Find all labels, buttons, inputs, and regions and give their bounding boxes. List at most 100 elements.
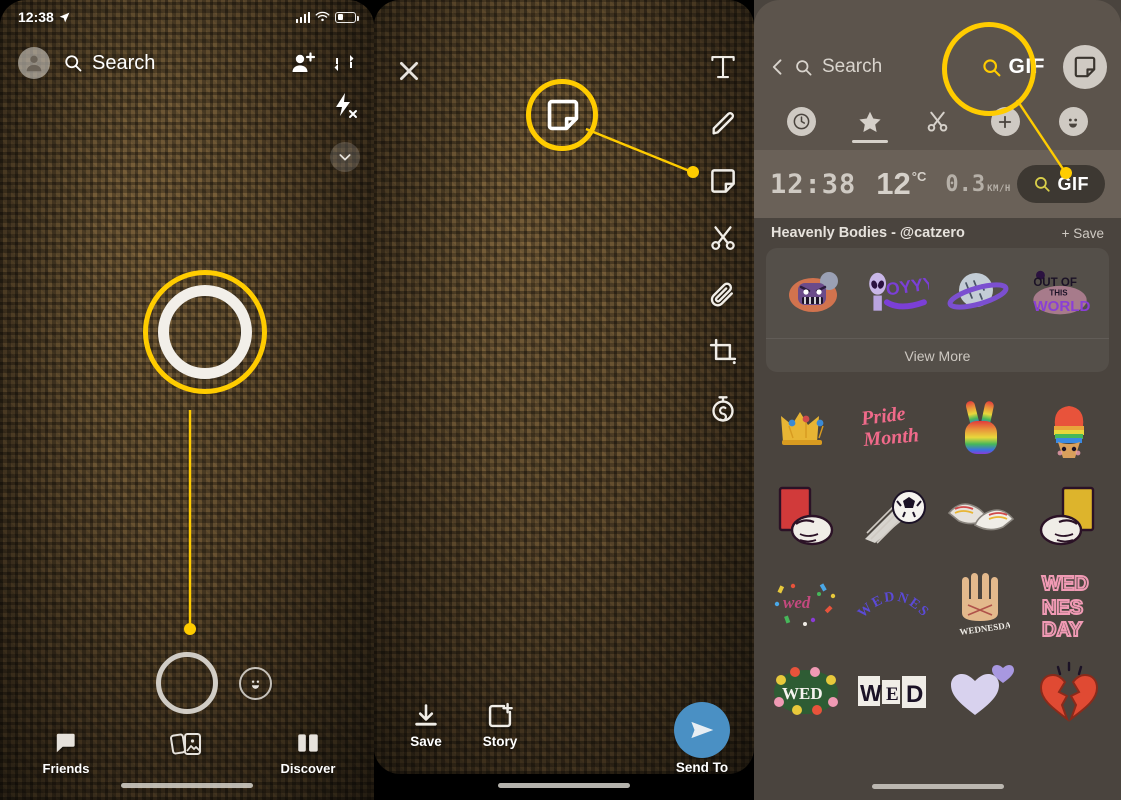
gif-search-pill-button[interactable]: GIF: [1016, 165, 1105, 203]
sticker-cell[interactable]: wed: [762, 560, 850, 648]
nav-label-discover: Discover: [280, 761, 336, 776]
star-icon: [855, 107, 884, 136]
wed-block-3: DAY: [1042, 619, 1083, 640]
profile-avatar-icon[interactable]: [18, 47, 50, 79]
stories-cards-icon: [170, 733, 201, 755]
three-panel-screenshot: 12:38 Search Friends Discover Save Story…: [0, 0, 1121, 800]
smiley-glyph: [1068, 118, 1078, 128]
tab-recent[interactable]: [784, 107, 820, 143]
sticker-cell[interactable]: [1025, 648, 1113, 736]
speed-value: 0.3: [945, 171, 986, 197]
paperclip-icon[interactable]: [708, 280, 738, 310]
shutter-row: [0, 652, 374, 714]
sticker-cell[interactable]: [850, 472, 938, 560]
temperature-unit: °C: [911, 169, 927, 184]
saturn-art: [947, 273, 1009, 310]
sticker-cell[interactable]: [762, 472, 850, 560]
back-chevron-icon[interactable]: [768, 57, 788, 77]
pride-month-sticker: Pride Month: [859, 403, 920, 451]
scissors-glyph: [927, 111, 948, 132]
save-button[interactable]: Save: [398, 702, 454, 749]
panel-sticker-picker: Search GIF 12:38 12 °C 0.3 KM/H GIF Heav…: [754, 0, 1121, 800]
sticker-pack-header: Heavenly Bodies - @catzero + Save: [754, 218, 1121, 248]
story-button[interactable]: Story: [472, 702, 528, 749]
sticker-picker-header: Search GIF: [754, 0, 1121, 100]
tab-create[interactable]: [987, 107, 1023, 143]
crop-icon[interactable]: [708, 337, 738, 367]
temperature-widget-sticker[interactable]: 12 °C: [876, 166, 926, 202]
location-arrow-icon: [59, 12, 70, 22]
status-bar: 12:38: [0, 0, 374, 34]
alien-oyyyy-sticker[interactable]: OYYYY: [865, 261, 929, 325]
shutter-button[interactable]: [156, 652, 218, 714]
plus-glyph: [999, 115, 1012, 128]
flip-camera-icon[interactable]: [332, 51, 356, 75]
sticker-search-input[interactable]: Search: [794, 56, 882, 78]
send-arrow-icon: [691, 721, 714, 739]
status-bar-right: [295, 11, 359, 23]
wed-flowers-text: WED: [782, 684, 823, 703]
send-circle: [674, 702, 730, 758]
search-icon: [65, 55, 82, 72]
time-widget-sticker[interactable]: 12:38: [770, 169, 856, 200]
expand-options-button[interactable]: [330, 142, 360, 172]
gif-search-header-button[interactable]: GIF: [981, 55, 1046, 79]
speed-unit: KM/H: [987, 183, 1011, 194]
tab-cutouts[interactable]: [919, 107, 955, 143]
sticker-pack-save-button[interactable]: + Save: [1062, 226, 1104, 241]
wednesday-arc-text: WEDNESDAY: [855, 577, 932, 621]
sticker-cell[interactable]: [1025, 472, 1113, 560]
sticker-icon[interactable]: [708, 166, 738, 196]
chat-bubble-icon: [56, 733, 75, 753]
speed-widget-sticker[interactable]: 0.3 KM/H: [945, 172, 1010, 197]
sticker-button[interactable]: [1063, 45, 1107, 89]
sticker-cell[interactable]: W E D: [850, 648, 938, 736]
sticker-cell[interactable]: [938, 384, 1026, 472]
soccer-cleats-sticker: [948, 503, 1015, 531]
sticker-category-tabs: [754, 100, 1121, 150]
send-to-button[interactable]: Send To: [674, 702, 730, 775]
flash-off-icon[interactable]: [332, 92, 358, 120]
angry-monster-sticker[interactable]: [783, 261, 847, 325]
clock-icon: [787, 107, 817, 136]
download-icon: [415, 704, 437, 726]
gif-header-label: GIF: [1008, 55, 1045, 78]
wednesday-hand-text: WEDNESDAY: [959, 619, 1010, 637]
nav-item-discover[interactable]: Discover: [268, 730, 348, 776]
view-more-button[interactable]: View More: [766, 338, 1109, 372]
alien-sticker-text: OYYYY: [884, 271, 928, 299]
sticker-cell[interactable]: [938, 472, 1026, 560]
text-T-icon[interactable]: [708, 52, 738, 82]
saturn-planet-sticker[interactable]: [946, 261, 1010, 325]
out-of-this-world-art: OUT OF THIS WORLD: [1033, 270, 1091, 315]
sticker-cell[interactable]: [1025, 384, 1113, 472]
tab-emoji[interactable]: [1055, 107, 1091, 143]
search-icon: [1034, 177, 1050, 192]
nav-item-friends[interactable]: Friends: [26, 730, 106, 776]
out-of-line3: WORLD: [1033, 298, 1090, 315]
tab-favorites[interactable]: [851, 107, 888, 143]
sticker-cell[interactable]: [762, 384, 850, 472]
pencil-icon[interactable]: [708, 109, 738, 139]
add-friend-icon[interactable]: [290, 51, 316, 75]
search-bar[interactable]: Search: [63, 52, 155, 75]
discover-icon: [298, 734, 318, 752]
out-of-this-world-sticker[interactable]: OUT OF THIS WORLD: [1028, 261, 1092, 325]
close-x-icon[interactable]: [396, 58, 422, 84]
sticker-cell[interactable]: Pride Month: [850, 384, 938, 472]
smiley-icon: [1058, 107, 1088, 136]
lens-smiley-icon[interactable]: [239, 666, 272, 700]
sticker-cell[interactable]: WED: [762, 648, 850, 736]
bottom-nav-bar: Friends Discover: [0, 724, 374, 800]
sticker-cell[interactable]: [938, 648, 1026, 736]
scissors-icon[interactable]: [708, 223, 738, 253]
sticker-cell[interactable]: WED NES DAY: [1025, 560, 1113, 648]
sticker-cell[interactable]: WEDNESDAY: [850, 560, 938, 648]
timer-icon[interactable]: [708, 394, 738, 424]
purple-hearts-sticker: [951, 665, 1015, 715]
angry-monster-art: [788, 272, 838, 312]
search-icon: [982, 58, 1000, 76]
wednesday-arc-sticker: WEDNESDAY: [855, 577, 932, 621]
sticker-cell[interactable]: WEDNESDAY: [938, 560, 1026, 648]
nav-item-stories[interactable]: [147, 730, 227, 763]
